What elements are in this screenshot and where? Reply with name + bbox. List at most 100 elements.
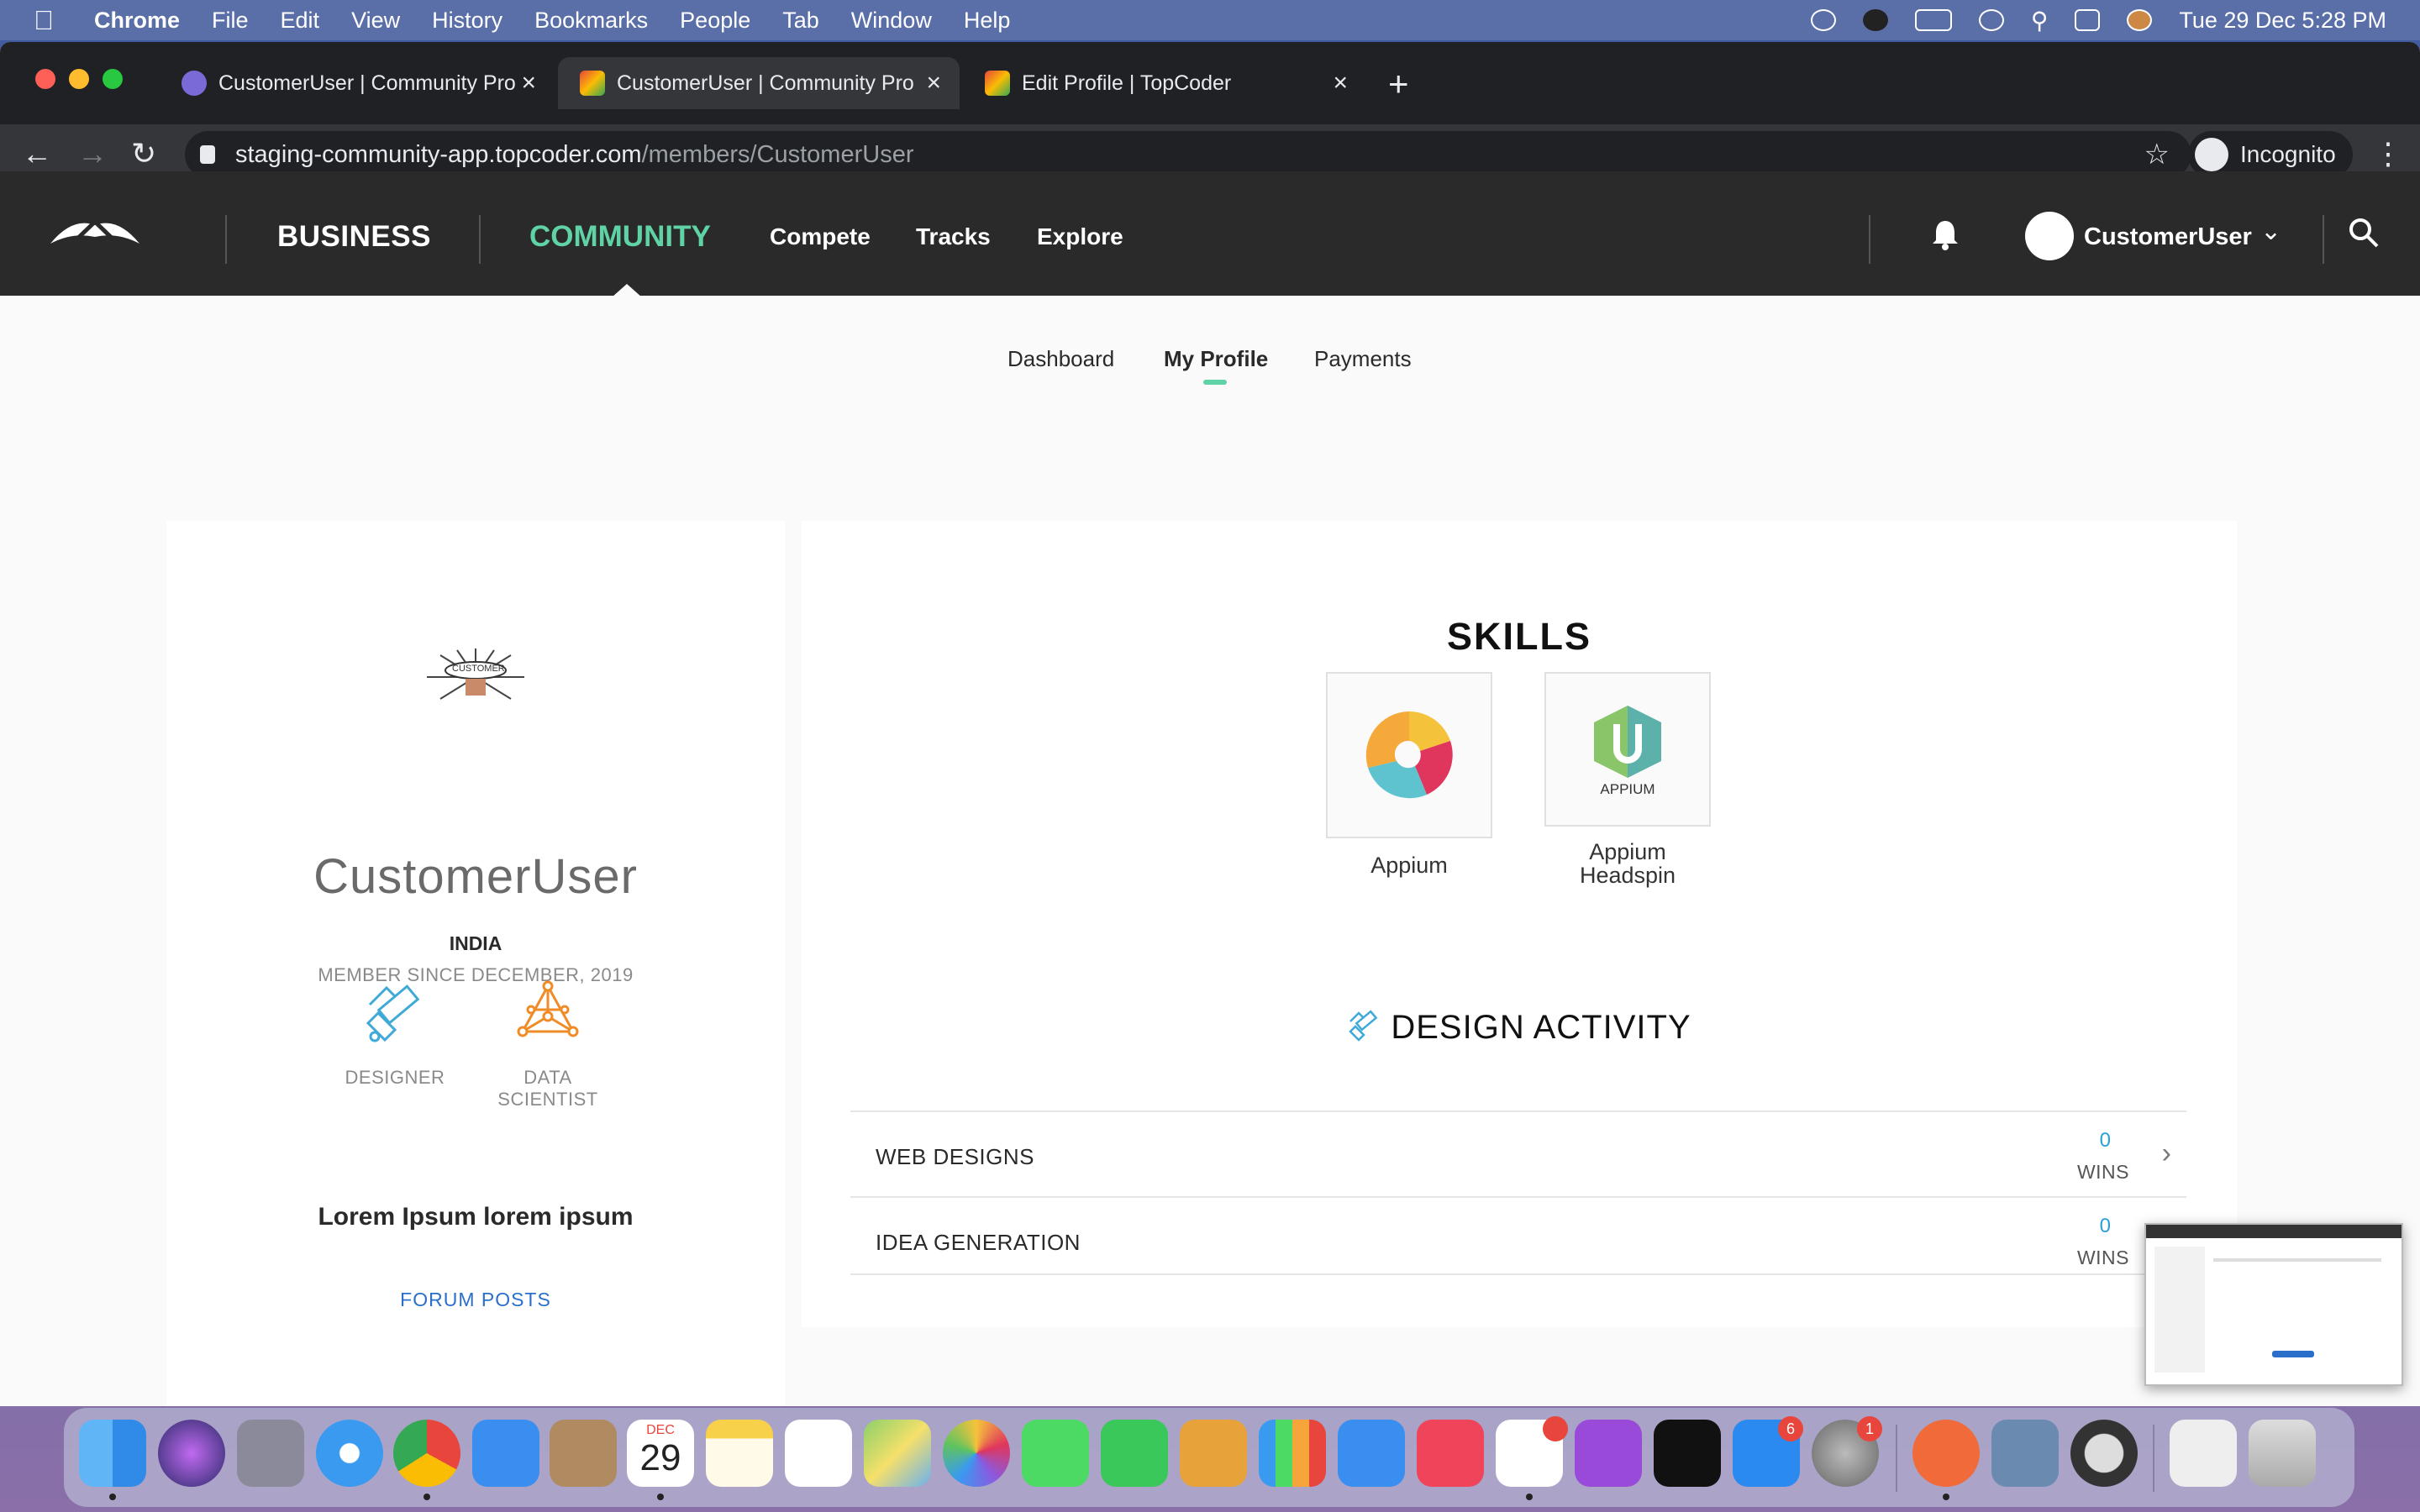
- spotlight-search-icon[interactable]: ⚲: [2031, 7, 2049, 34]
- skill-appium-headspin[interactable]: APPIUM: [1544, 672, 1711, 827]
- tab-title: Edit Profile | TopCoder: [1022, 71, 1232, 95]
- design-activity-heading: DESIGN ACTIVITY: [802, 1008, 2237, 1047]
- screenshot-preview-thumbnail[interactable]: [2144, 1223, 2403, 1386]
- menu-window[interactable]: Window: [851, 8, 932, 34]
- subnav-my-profile[interactable]: My Profile: [1164, 346, 1268, 372]
- app-store-badge: 6: [1778, 1416, 1803, 1441]
- battery-icon[interactable]: [1914, 9, 1952, 31]
- nav-explore[interactable]: Explore: [1037, 223, 1123, 250]
- calendar-icon[interactable]: DEC 29: [627, 1420, 694, 1487]
- activity-unit: WINS: [2076, 1247, 2129, 1268]
- menu-clock[interactable]: Tue 29 Dec 5:28 PM: [2179, 8, 2386, 34]
- notification-bell-icon[interactable]: [1931, 218, 1960, 250]
- forum-posts-link[interactable]: FORUM POSTS: [166, 1289, 785, 1311]
- zoom-window-button[interactable]: [103, 69, 123, 89]
- topcoder-favicon-icon: [985, 71, 1010, 96]
- tab-2-active[interactable]: CustomerUser | Community Pro ×: [558, 57, 960, 109]
- header-divider: [479, 215, 481, 264]
- nav-business[interactable]: BUSINESS: [277, 220, 431, 254]
- menu-file[interactable]: File: [212, 8, 249, 34]
- menu-tab[interactable]: Tab: [782, 8, 819, 34]
- mail-icon[interactable]: [472, 1420, 539, 1487]
- header-divider: [225, 215, 227, 264]
- pages-icon[interactable]: [1180, 1420, 1247, 1487]
- control-center-icon[interactable]: [2075, 9, 2101, 31]
- launchpad-icon[interactable]: [237, 1420, 304, 1487]
- reload-icon[interactable]: ↻: [131, 136, 156, 171]
- safari-icon[interactable]: [316, 1420, 383, 1487]
- tab-3[interactable]: Edit Profile | TopCoder ×: [963, 57, 1366, 109]
- forward-arrow-icon[interactable]: →: [77, 136, 108, 171]
- appium-icon-text: APPIUM: [1600, 781, 1655, 797]
- user-avatar[interactable]: [2025, 212, 2074, 260]
- bookmark-star-icon[interactable]: ☆: [2144, 138, 2170, 171]
- running-indicator: [424, 1494, 430, 1500]
- trash-icon[interactable]: [2249, 1420, 2316, 1487]
- menu-history[interactable]: History: [432, 8, 502, 34]
- siri-icon[interactable]: [158, 1420, 225, 1487]
- activity-count: 0: [2099, 1129, 2111, 1152]
- menu-bookmarks[interactable]: Bookmarks: [534, 8, 648, 34]
- menu-app-name[interactable]: Chrome: [94, 8, 180, 34]
- close-window-button[interactable]: [35, 69, 55, 89]
- maps-icon[interactable]: [864, 1420, 931, 1487]
- quicktime-icon[interactable]: [2070, 1420, 2138, 1487]
- keynote-icon[interactable]: [1338, 1420, 1405, 1487]
- subnav-payments[interactable]: Payments: [1314, 346, 1412, 372]
- running-indicator: [1943, 1494, 1949, 1500]
- activity-row-web-designs[interactable]: WEB DESIGNS 0 WINS ›: [850, 1110, 2186, 1198]
- messages-icon[interactable]: [1022, 1420, 1089, 1487]
- nav-tracks[interactable]: Tracks: [916, 223, 991, 250]
- skills-title: SKILLS: [1446, 615, 1591, 658]
- calendar-day: 29: [639, 1437, 681, 1478]
- new-tab-button[interactable]: +: [1388, 64, 1409, 104]
- header-username[interactable]: CustomerUser: [2084, 223, 2252, 251]
- apple-tv-icon[interactable]: [1654, 1420, 1721, 1487]
- topcoder-logo-icon[interactable]: [49, 213, 141, 250]
- lock-icon[interactable]: [200, 145, 215, 164]
- role-line1: DATA: [523, 1067, 572, 1088]
- siri-icon[interactable]: [2127, 9, 2153, 31]
- nav-compete[interactable]: Compete: [770, 223, 871, 250]
- chrome-icon[interactable]: [393, 1420, 460, 1487]
- chrome-menu-icon[interactable]: ⋮: [2373, 136, 2403, 171]
- skill-appium[interactable]: [1326, 672, 1492, 838]
- photos-icon[interactable]: [943, 1420, 1010, 1487]
- finder-icon[interactable]: [79, 1420, 146, 1487]
- subnav-dashboard[interactable]: Dashboard: [1007, 346, 1114, 372]
- tab-close-icon[interactable]: ×: [1333, 69, 1348, 97]
- menu-view[interactable]: View: [351, 8, 400, 34]
- calendar-month: DEC: [646, 1423, 675, 1437]
- nav-community[interactable]: COMMUNITY: [529, 220, 711, 254]
- music-icon[interactable]: [1417, 1420, 1484, 1487]
- menu-edit[interactable]: Edit: [281, 8, 320, 34]
- text-file-icon[interactable]: [2170, 1420, 2237, 1487]
- tab-1[interactable]: CustomerUser | Community Pro ×: [160, 57, 555, 109]
- minimize-window-button[interactable]: [69, 69, 89, 89]
- incognito-icon: [2195, 138, 2228, 171]
- menu-people[interactable]: People: [680, 8, 750, 34]
- menu-help[interactable]: Help: [964, 8, 1011, 34]
- postman-icon[interactable]: [1912, 1420, 1980, 1487]
- activity-row-idea-generation[interactable]: IDEA GENERATION 0 WINS ›: [850, 1196, 2186, 1284]
- chevron-right-icon[interactable]: ›: [2162, 1137, 2171, 1170]
- podcasts-icon[interactable]: [1575, 1420, 1642, 1487]
- back-arrow-icon[interactable]: ←: [22, 136, 52, 171]
- notes-icon[interactable]: [706, 1420, 773, 1487]
- contacts-icon[interactable]: [550, 1420, 617, 1487]
- link-icon[interactable]: [1978, 9, 2004, 31]
- numbers-icon[interactable]: [1259, 1420, 1326, 1487]
- tab-close-icon[interactable]: ×: [926, 69, 941, 97]
- facetime-icon[interactable]: [1101, 1420, 1168, 1487]
- tab-close-icon[interactable]: ×: [521, 69, 536, 97]
- search-icon[interactable]: [2348, 217, 2380, 249]
- reminders-icon[interactable]: [785, 1420, 852, 1487]
- creative-cloud-icon[interactable]: [1810, 9, 1836, 31]
- chevron-down-icon[interactable]: ⌄: [2260, 217, 2281, 246]
- url-host: staging-community-app.topcoder.com: [235, 140, 642, 168]
- activity-count: 0: [2099, 1215, 2111, 1237]
- status-dot-icon[interactable]: [1862, 9, 1888, 31]
- preview-app-icon[interactable]: [1991, 1420, 2059, 1487]
- apple-icon[interactable]: : [34, 5, 71, 36]
- skill-line2: Headspin: [1579, 863, 1676, 888]
